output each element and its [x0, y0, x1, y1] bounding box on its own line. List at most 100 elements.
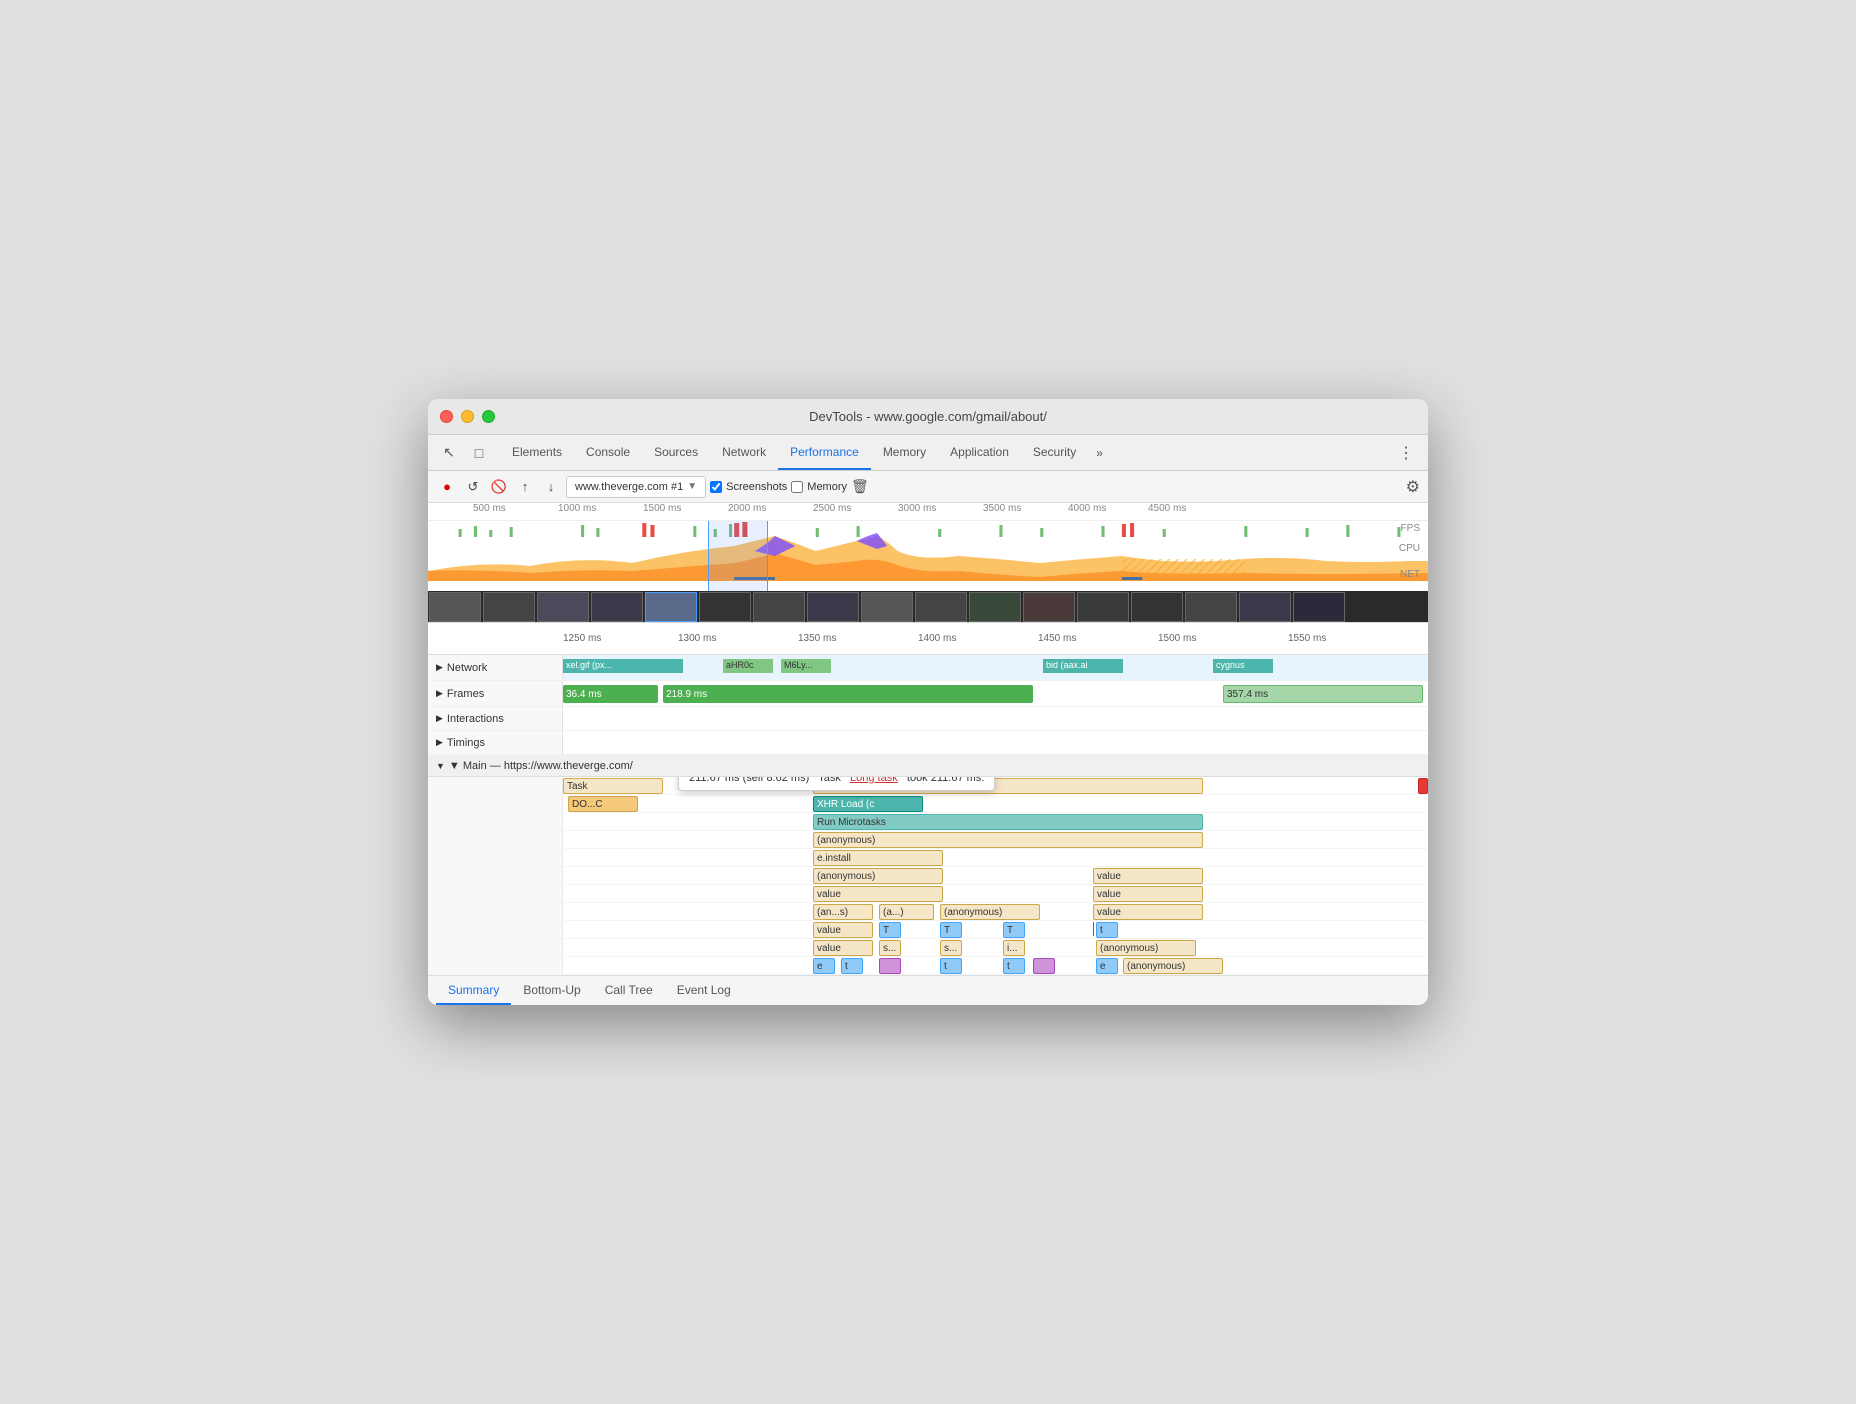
cursor-icon[interactable]: ↖: [436, 440, 462, 466]
interactions-track-content[interactable]: [563, 707, 1428, 730]
tab-application[interactable]: Application: [938, 435, 1021, 470]
frames-track-label[interactable]: ▶ Frames: [428, 681, 563, 706]
screenshots-checkbox-input[interactable]: [710, 481, 722, 493]
xhr-load-block[interactable]: XHR Load (c: [813, 796, 923, 812]
upload-button[interactable]: ↑: [514, 476, 536, 498]
task-block-1[interactable]: Task: [563, 778, 663, 794]
detail-timestamps: 1250 ms 1300 ms 1350 ms 1400 ms 1450 ms …: [428, 623, 1428, 655]
record-button[interactable]: ●: [436, 476, 458, 498]
tab-security[interactable]: Security: [1021, 435, 1088, 470]
s-block-1[interactable]: s...: [879, 940, 901, 956]
flame-content-4: (anonymous) (ano...us): [563, 831, 1428, 848]
flame-row-4: (anonymous) (ano...us): [428, 831, 1428, 849]
tab-network[interactable]: Network: [710, 435, 778, 470]
flame-label-9: [428, 921, 563, 938]
screenshot-11: [969, 592, 1021, 622]
t-block-1[interactable]: T: [879, 922, 901, 938]
t-block-4[interactable]: t: [1096, 922, 1118, 938]
timings-track-content[interactable]: [563, 731, 1428, 754]
purple-block-1[interactable]: [879, 958, 901, 974]
url-dropdown[interactable]: ▼: [687, 481, 697, 492]
screenshot-10: [915, 592, 967, 622]
purple-block-2[interactable]: [1033, 958, 1055, 974]
more-tabs-button[interactable]: »: [1088, 446, 1111, 460]
tab-summary[interactable]: Summary: [436, 976, 511, 1005]
flame-label-3: [428, 813, 563, 830]
interactions-track-label[interactable]: ▶ Interactions: [428, 707, 563, 730]
tab-call-tree[interactable]: Call Tree: [593, 976, 665, 1005]
overview-chart: [428, 521, 1428, 591]
trash-button[interactable]: 🗑: [851, 478, 869, 495]
interactions-expand-icon[interactable]: ▶: [436, 713, 443, 724]
interactions-track-row: ▶ Interactions: [428, 707, 1428, 731]
value-block-5[interactable]: value: [813, 922, 873, 938]
network-expand-icon[interactable]: ▶: [436, 662, 443, 673]
minimize-button[interactable]: [461, 410, 474, 423]
value-block-1[interactable]: value: [1093, 868, 1203, 884]
main-label-text: ▼ Main — https://www.theverge.com/: [449, 760, 633, 772]
t-block-2[interactable]: T: [940, 922, 962, 938]
tab-elements[interactable]: Elements: [500, 435, 574, 470]
anonymous-block-4[interactable]: (anonymous): [1096, 940, 1196, 956]
an-s-block[interactable]: (an...s): [813, 904, 873, 920]
anonymous-block-2[interactable]: (anonymous): [813, 868, 943, 884]
timings-expand-icon[interactable]: ▶: [436, 737, 443, 748]
flame-row-3: Run Microtasks Func...all: [428, 813, 1428, 831]
task-block-3-red[interactable]: [1418, 778, 1428, 794]
timings-label-text: Timings: [447, 737, 485, 749]
tab-memory[interactable]: Memory: [871, 435, 938, 470]
run-microtask-block[interactable]: Run Microtasks: [813, 814, 1203, 830]
t-block-6[interactable]: t: [940, 958, 962, 974]
anonymous-block-3[interactable]: (anonymous): [940, 904, 1040, 920]
value-block-3[interactable]: value: [1093, 886, 1203, 902]
flame-content-11: e t t t e (anonymous) e.p...ss: [563, 957, 1428, 974]
timings-track-label[interactable]: ▶ Timings: [428, 731, 563, 754]
value-block-6[interactable]: value: [813, 940, 873, 956]
main-expand-icon[interactable]: ▼: [436, 761, 445, 771]
devtools-menu-button[interactable]: ⋮: [1392, 443, 1420, 463]
flame-row-8: (an...s) (a...) (anonymous) value Even..…: [428, 903, 1428, 921]
download-button[interactable]: ↓: [540, 476, 562, 498]
t-block-5[interactable]: t: [841, 958, 863, 974]
screenshots-checkbox[interactable]: Screenshots: [710, 481, 787, 493]
flame-row-5: e.install (ano...us): [428, 849, 1428, 867]
screenshot-3: [537, 592, 589, 622]
flame-row-6: (anonymous) value Eve...nce: [428, 867, 1428, 885]
value-block-4[interactable]: value: [1093, 904, 1203, 920]
anonymous-block-5[interactable]: (anonymous): [1123, 958, 1223, 974]
close-button[interactable]: [440, 410, 453, 423]
e-block-2[interactable]: e: [1096, 958, 1118, 974]
tab-sources[interactable]: Sources: [642, 435, 710, 470]
frames-expand-icon[interactable]: ▶: [436, 688, 443, 699]
memory-checkbox-input[interactable]: [791, 481, 803, 493]
frames-track-content[interactable]: 36.4 ms 218.9 ms 357.4 ms: [563, 681, 1428, 706]
network-track-label[interactable]: ▶ Network: [428, 655, 563, 680]
reload-button[interactable]: ↺: [462, 476, 484, 498]
s-block-2[interactable]: s...: [940, 940, 962, 956]
tab-performance[interactable]: Performance: [778, 435, 871, 470]
timeline-overview[interactable]: 500 ms 1000 ms 1500 ms 2000 ms 2500 ms 3…: [428, 503, 1428, 623]
flame-label-10: [428, 939, 563, 956]
maximize-button[interactable]: [482, 410, 495, 423]
t-block-3[interactable]: T: [1003, 922, 1025, 938]
install-block[interactable]: e.install: [813, 850, 943, 866]
flame-label-5: [428, 849, 563, 866]
tab-bottom-up[interactable]: Bottom-Up: [511, 976, 592, 1005]
network-track-content[interactable]: xel.gif (px... aHR0c M6Ly... bid (aax.ai…: [563, 655, 1428, 680]
t-block-7[interactable]: t: [1003, 958, 1025, 974]
a-block[interactable]: (a...): [879, 904, 934, 920]
tab-console[interactable]: Console: [574, 435, 642, 470]
settings-button[interactable]: ⚙: [1406, 477, 1420, 497]
do-c-block[interactable]: DO...C: [568, 796, 638, 812]
task-block-2[interactable]: Task: [813, 778, 1203, 794]
ts-2000: 2000 ms: [728, 503, 766, 514]
device-icon[interactable]: □: [466, 440, 492, 466]
flame-label-7: [428, 885, 563, 902]
anonymous-block-1[interactable]: (anonymous): [813, 832, 1203, 848]
i-block[interactable]: i...: [1003, 940, 1025, 956]
e-block-1[interactable]: e: [813, 958, 835, 974]
tab-event-log[interactable]: Event Log: [665, 976, 743, 1005]
clear-button[interactable]: 🚫: [488, 476, 510, 498]
value-block-2[interactable]: value: [813, 886, 943, 902]
memory-checkbox[interactable]: Memory: [791, 481, 847, 493]
